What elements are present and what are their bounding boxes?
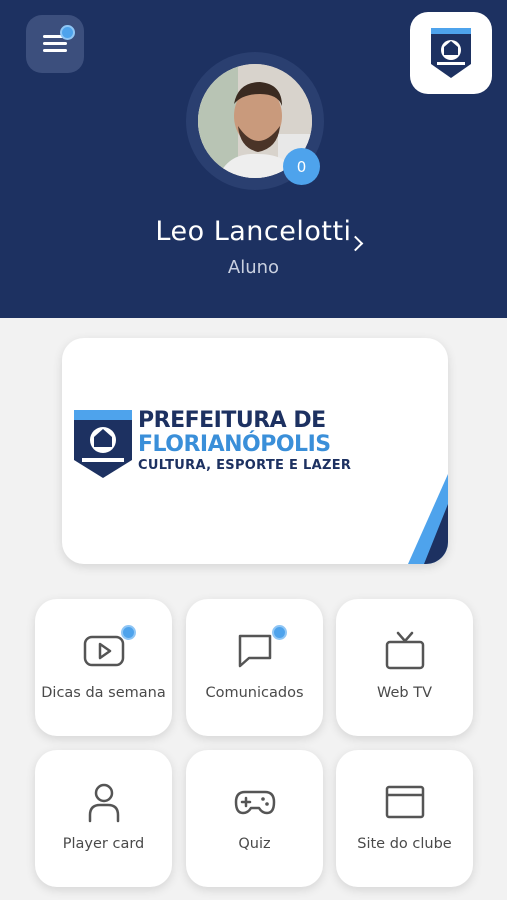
chat-bubble-icon (186, 629, 323, 673)
user-icon (35, 780, 172, 824)
tile-dicas-da-semana[interactable]: Dicas da semana (35, 599, 172, 736)
tile-quiz[interactable]: Quiz (186, 750, 323, 887)
tile-label: Quiz (238, 836, 271, 852)
tile-web-tv[interactable]: Web TV (336, 599, 473, 736)
tile-site-do-clube[interactable]: Site do clube (336, 750, 473, 887)
notification-dot (121, 625, 136, 640)
club-logo-button[interactable] (410, 12, 492, 94)
browser-window-icon (336, 780, 473, 824)
notification-dot (60, 25, 75, 40)
user-name[interactable]: Leo Lancelotti (0, 216, 507, 247)
banner-line-2: FLORIANÓPOLIS (138, 432, 331, 457)
tile-label: Dicas da semana (41, 685, 166, 701)
sponsor-banner[interactable]: PREFEITURA DE FLORIANÓPOLIS CULTURA, ESP… (62, 338, 448, 564)
menu-button[interactable] (26, 15, 84, 73)
decorative-stripe (408, 474, 448, 564)
points-badge: 0 (283, 148, 320, 185)
tile-player-card[interactable]: Player card (35, 750, 172, 887)
tile-label: Site do clube (357, 836, 452, 852)
tile-label: Web TV (377, 685, 432, 701)
user-role: Aluno (227, 257, 280, 278)
tile-label: Player card (62, 836, 145, 852)
tile-label: Comunicados (205, 685, 304, 701)
gamepad-icon (186, 780, 323, 824)
video-play-icon (35, 629, 172, 673)
profile-header: 0 Leo Lancelotti Aluno (0, 0, 507, 318)
tile-comunicados[interactable]: Comunicados (186, 599, 323, 736)
notification-dot (272, 625, 287, 640)
banner-line-3: CULTURA, ESPORTE E LAZER (138, 458, 352, 473)
banner-line-1: PREFEITURA DE (138, 408, 326, 433)
coat-of-arms-icon (431, 28, 471, 78)
prefeitura-crest-icon (74, 410, 132, 478)
tv-icon (336, 629, 473, 673)
